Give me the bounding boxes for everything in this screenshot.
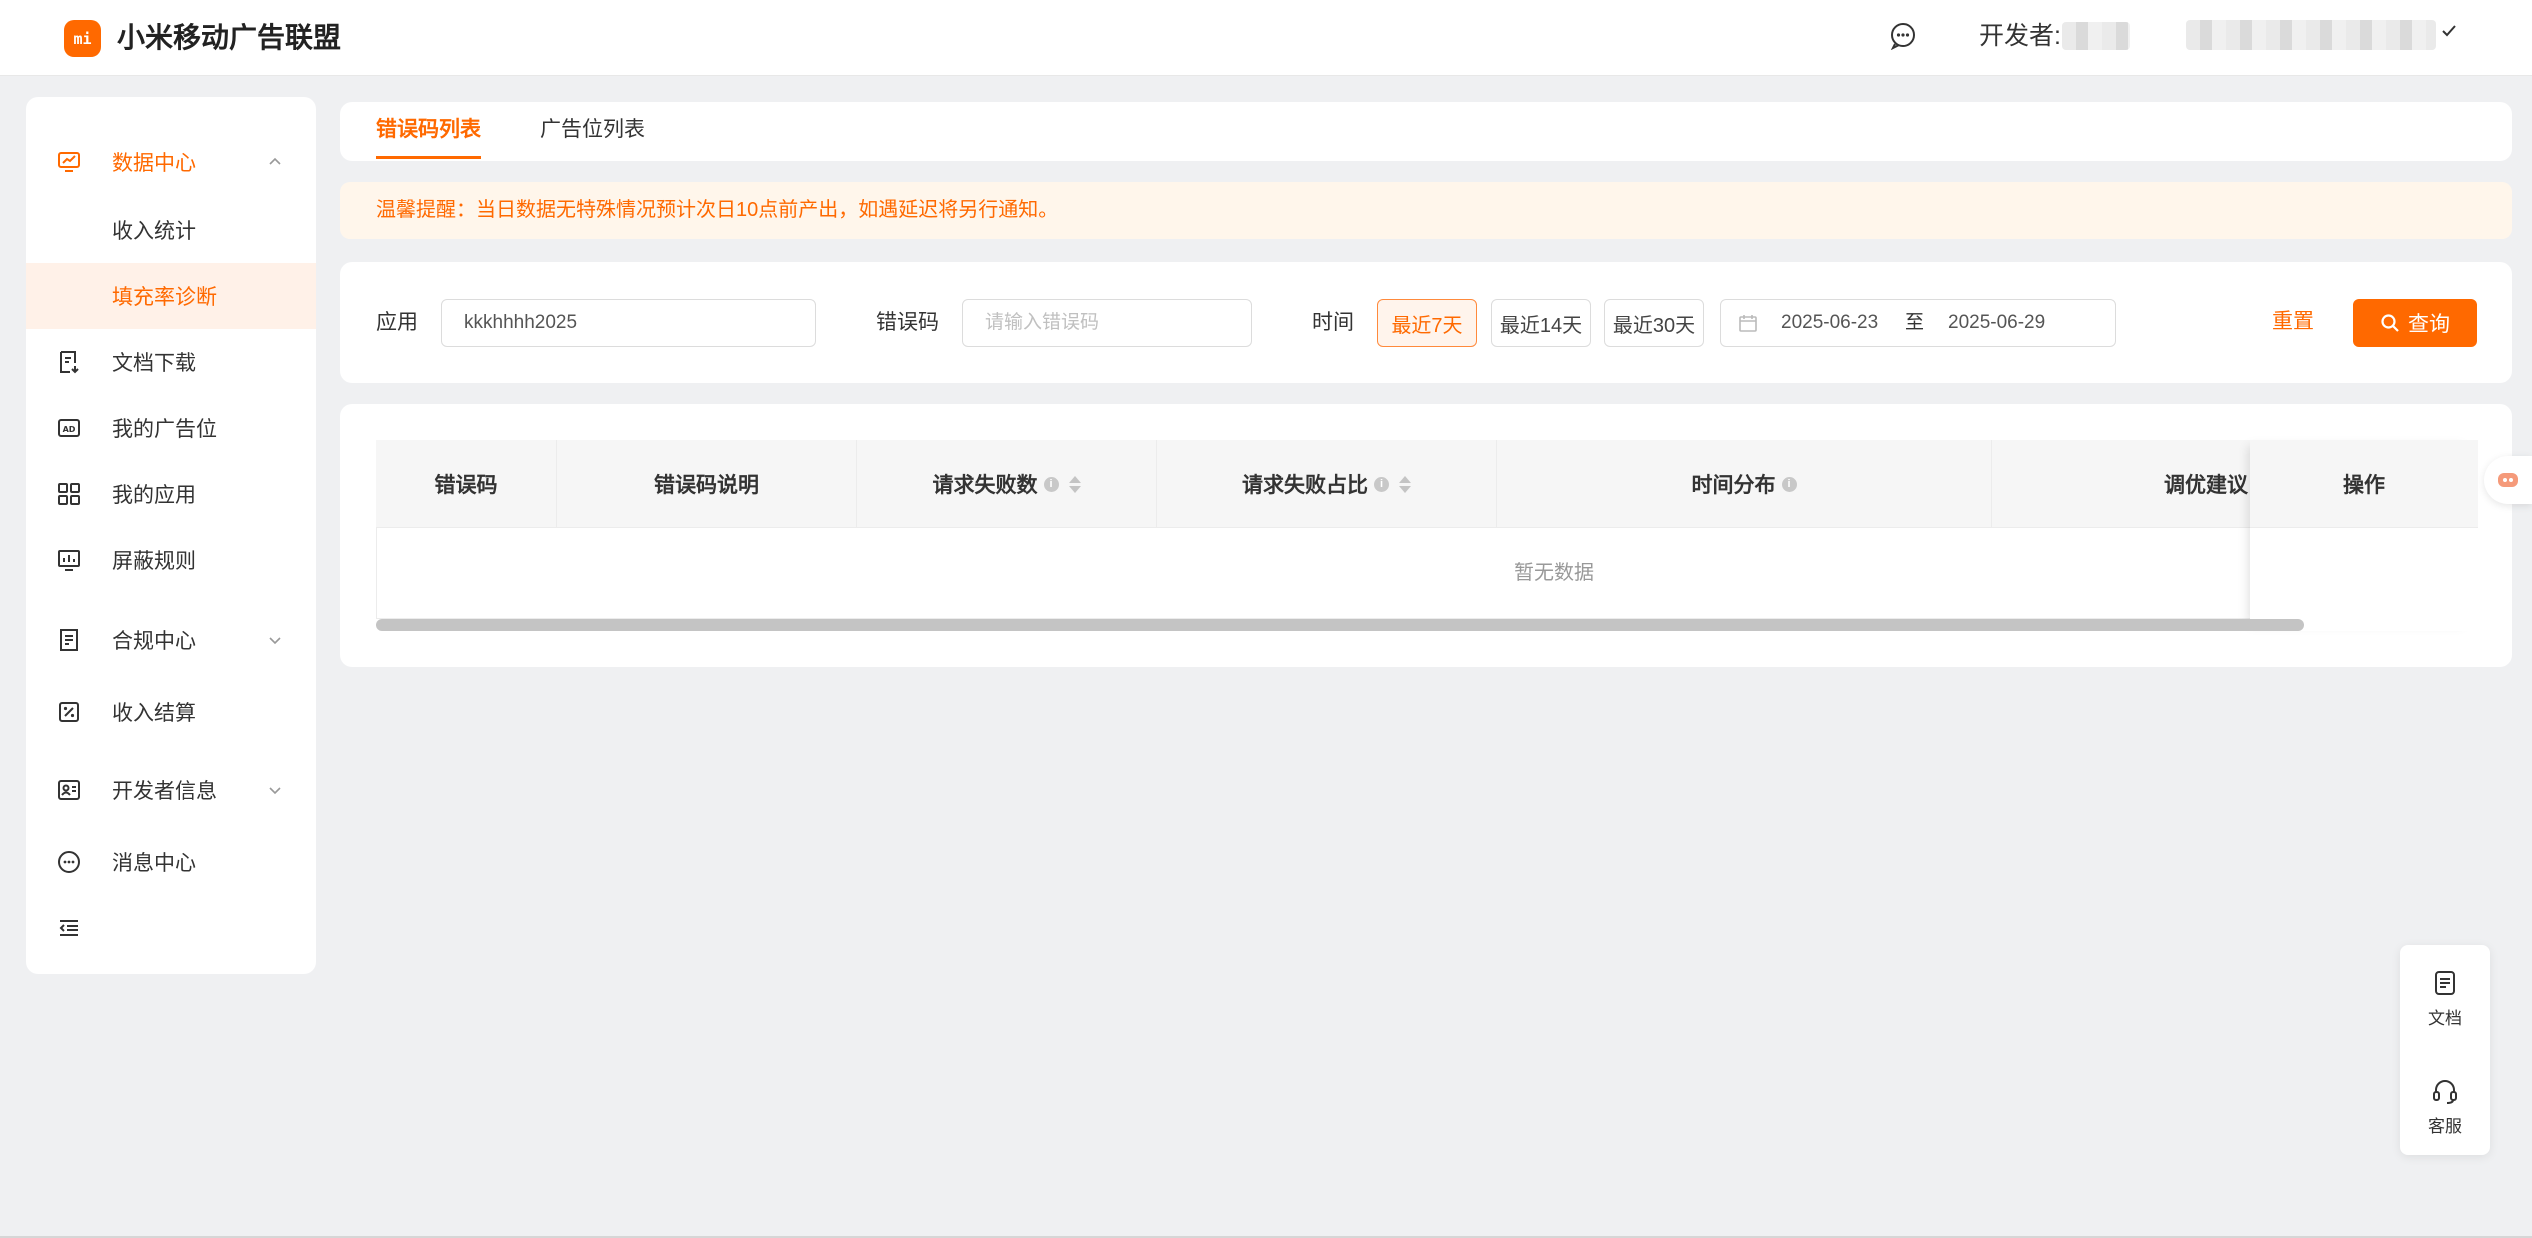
sidebar: 数据中心 收入统计 填充率诊断 文档下载 AD 我的广告位 我的应用 屏蔽规则 … (26, 97, 316, 974)
query-button[interactable]: 查询 (2353, 299, 2477, 347)
sidebar-item-label: 合规中心 (112, 630, 196, 653)
column-header-fail-ratio[interactable]: 请求失败占比 i (1157, 440, 1497, 528)
customer-service-label: 客服 (2428, 1116, 2462, 1136)
error-code-input[interactable] (962, 299, 1252, 347)
sidebar-item-block-rules[interactable]: 屏蔽规则 (26, 527, 316, 593)
active-tab-indicator (376, 156, 481, 159)
info-icon[interactable]: i (1781, 476, 1797, 492)
sidebar-item-label: 文档下载 (112, 352, 196, 375)
svg-text:AD: AD (63, 425, 76, 434)
floating-toolbar: 文档 客服 (2400, 945, 2490, 1155)
sidebar-item-label: 屏蔽规则 (112, 550, 196, 573)
info-icon[interactable]: i (1374, 476, 1389, 492)
sidebar-item-label: 收入统计 (112, 220, 196, 243)
column-header-error-desc: 错误码说明 (557, 440, 857, 528)
compliance-icon (60, 629, 78, 651)
sidebar-item-my-apps[interactable]: 我的应用 (26, 461, 316, 527)
sidebar-item-doc-download[interactable]: 文档下载 (26, 329, 316, 395)
column-header-action: 操作 (2250, 440, 2478, 528)
xiaomi-logo[interactable]: mi (64, 20, 101, 57)
account-name-redacted[interactable] (2186, 20, 2436, 50)
date-range-picker[interactable]: 2025-06-23 至 2025-06-29 (1720, 299, 2116, 347)
sidebar-item-label: 数据中心 (112, 152, 196, 175)
floating-chat-button[interactable] (2484, 456, 2532, 504)
sidebar-item-my-ad-slots[interactable]: AD 我的广告位 (26, 395, 316, 461)
chart-monitor-icon (58, 152, 80, 172)
sidebar-item-label: 填充率诊断 (112, 286, 217, 309)
sidebar-item-data-center[interactable]: 数据中心 (26, 129, 316, 195)
search-icon (2381, 314, 2399, 332)
table-header: 错误码 错误码说明 请求失败数 i 请求失败占比 i 时间分布 i 调优建议 (376, 440, 2478, 528)
chevron-down-icon (269, 637, 281, 645)
start-date[interactable]: 2025-06-23 (1781, 310, 1878, 336)
notice-banner: 温馨提醒：当日数据无特殊情况预计次日10点前产出，如遇延迟将另行通知。 (340, 182, 2512, 239)
reset-button[interactable]: 重置 (2272, 308, 2314, 336)
empty-state-text: 暂无数据 (1514, 562, 1594, 584)
tab-ad-slot-list[interactable]: 广告位列表 (540, 116, 645, 144)
sort-icon[interactable] (1399, 475, 1411, 493)
checkmark-icon (2442, 25, 2456, 37)
time-filter-label: 时间 (1312, 311, 1354, 334)
time-option-7-days[interactable]: 最近7天 (1377, 299, 1477, 347)
app-filter-label: 应用 (376, 311, 418, 334)
message-icon (58, 851, 80, 873)
tab-error-code-list[interactable]: 错误码列表 (376, 116, 481, 144)
table-body: 暂无数据 (376, 528, 2478, 619)
ad-slot-icon: AD (58, 419, 80, 437)
sidebar-item-fill-rate-diagnosis[interactable]: 填充率诊断 (26, 263, 316, 329)
sidebar-item-message-center[interactable]: 消息中心 (26, 829, 316, 895)
docs-button[interactable]: 文档 (2400, 953, 2490, 1043)
top-header: mi 小米移动广告联盟 开发者: (0, 0, 2532, 76)
customer-service-button[interactable]: 客服 (2400, 1061, 2490, 1151)
developer-name-redacted (2062, 22, 2130, 50)
horizontal-scrollbar[interactable] (376, 619, 2304, 631)
date-separator: 至 (1905, 312, 1925, 333)
app-select-input[interactable] (441, 299, 816, 347)
column-header-error-code: 错误码 (376, 440, 557, 528)
apps-grid-icon (58, 483, 80, 505)
document-download-icon (60, 351, 79, 374)
chevron-up-icon (269, 157, 281, 165)
robot-chat-icon (2498, 473, 2518, 487)
info-icon[interactable]: i (1043, 476, 1059, 492)
query-label: 查询 (2408, 313, 2450, 336)
chat-bubble-icon[interactable] (1888, 20, 1918, 50)
sidebar-item-label: 消息中心 (112, 852, 196, 875)
end-date[interactable]: 2025-06-29 (1948, 310, 2045, 336)
sidebar-item-label: 开发者信息 (112, 780, 217, 803)
notice-text: 温馨提醒：当日数据无特殊情况预计次日10点前产出，如遇延迟将另行通知。 (376, 199, 1059, 221)
sort-icon[interactable] (1068, 475, 1081, 493)
collapse-menu-icon (59, 920, 78, 936)
time-option-30-days[interactable]: 最近30天 (1604, 299, 1704, 347)
chevron-down-icon (269, 787, 281, 795)
developer-card-icon (58, 780, 80, 800)
tab-bar: 错误码列表 广告位列表 (340, 102, 2512, 161)
column-header-time-distribution: 时间分布 i (1497, 440, 1992, 528)
sidebar-item-income-settlement[interactable]: 收入结算 (26, 679, 316, 745)
developer-label: 开发者: (1979, 22, 2061, 50)
sidebar-item-label: 我的应用 (112, 484, 196, 507)
calendar-icon (1739, 315, 1757, 332)
settlement-icon (59, 702, 79, 722)
filter-panel: 应用 错误码 时间 最近7天 最近14天 最近30天 2025-06-23 至 … (340, 262, 2512, 383)
sidebar-item-label: 收入结算 (112, 702, 196, 725)
docs-label: 文档 (2428, 1008, 2462, 1028)
headset-icon (2433, 1079, 2457, 1104)
time-option-14-days[interactable]: 最近14天 (1491, 299, 1591, 347)
app-title: 小米移动广告联盟 (117, 22, 342, 53)
doc-icon (2435, 970, 2455, 995)
sidebar-item-income-stats[interactable]: 收入统计 (26, 197, 316, 263)
shield-rule-icon (58, 550, 80, 571)
fixed-action-column: 操作 (2250, 440, 2478, 631)
sidebar-item-label: 我的广告位 (112, 418, 217, 441)
error-code-filter-label: 错误码 (876, 311, 939, 334)
column-header-fail-count[interactable]: 请求失败数 i (857, 440, 1157, 528)
sidebar-item-compliance-center[interactable]: 合规中心 (26, 607, 316, 673)
sidebar-collapse-toggle[interactable] (26, 895, 316, 961)
sidebar-item-developer-info[interactable]: 开发者信息 (26, 757, 316, 823)
error-code-table-card: 错误码 错误码说明 请求失败数 i 请求失败占比 i 时间分布 i 调优建议 暂无数据… (340, 404, 2512, 667)
